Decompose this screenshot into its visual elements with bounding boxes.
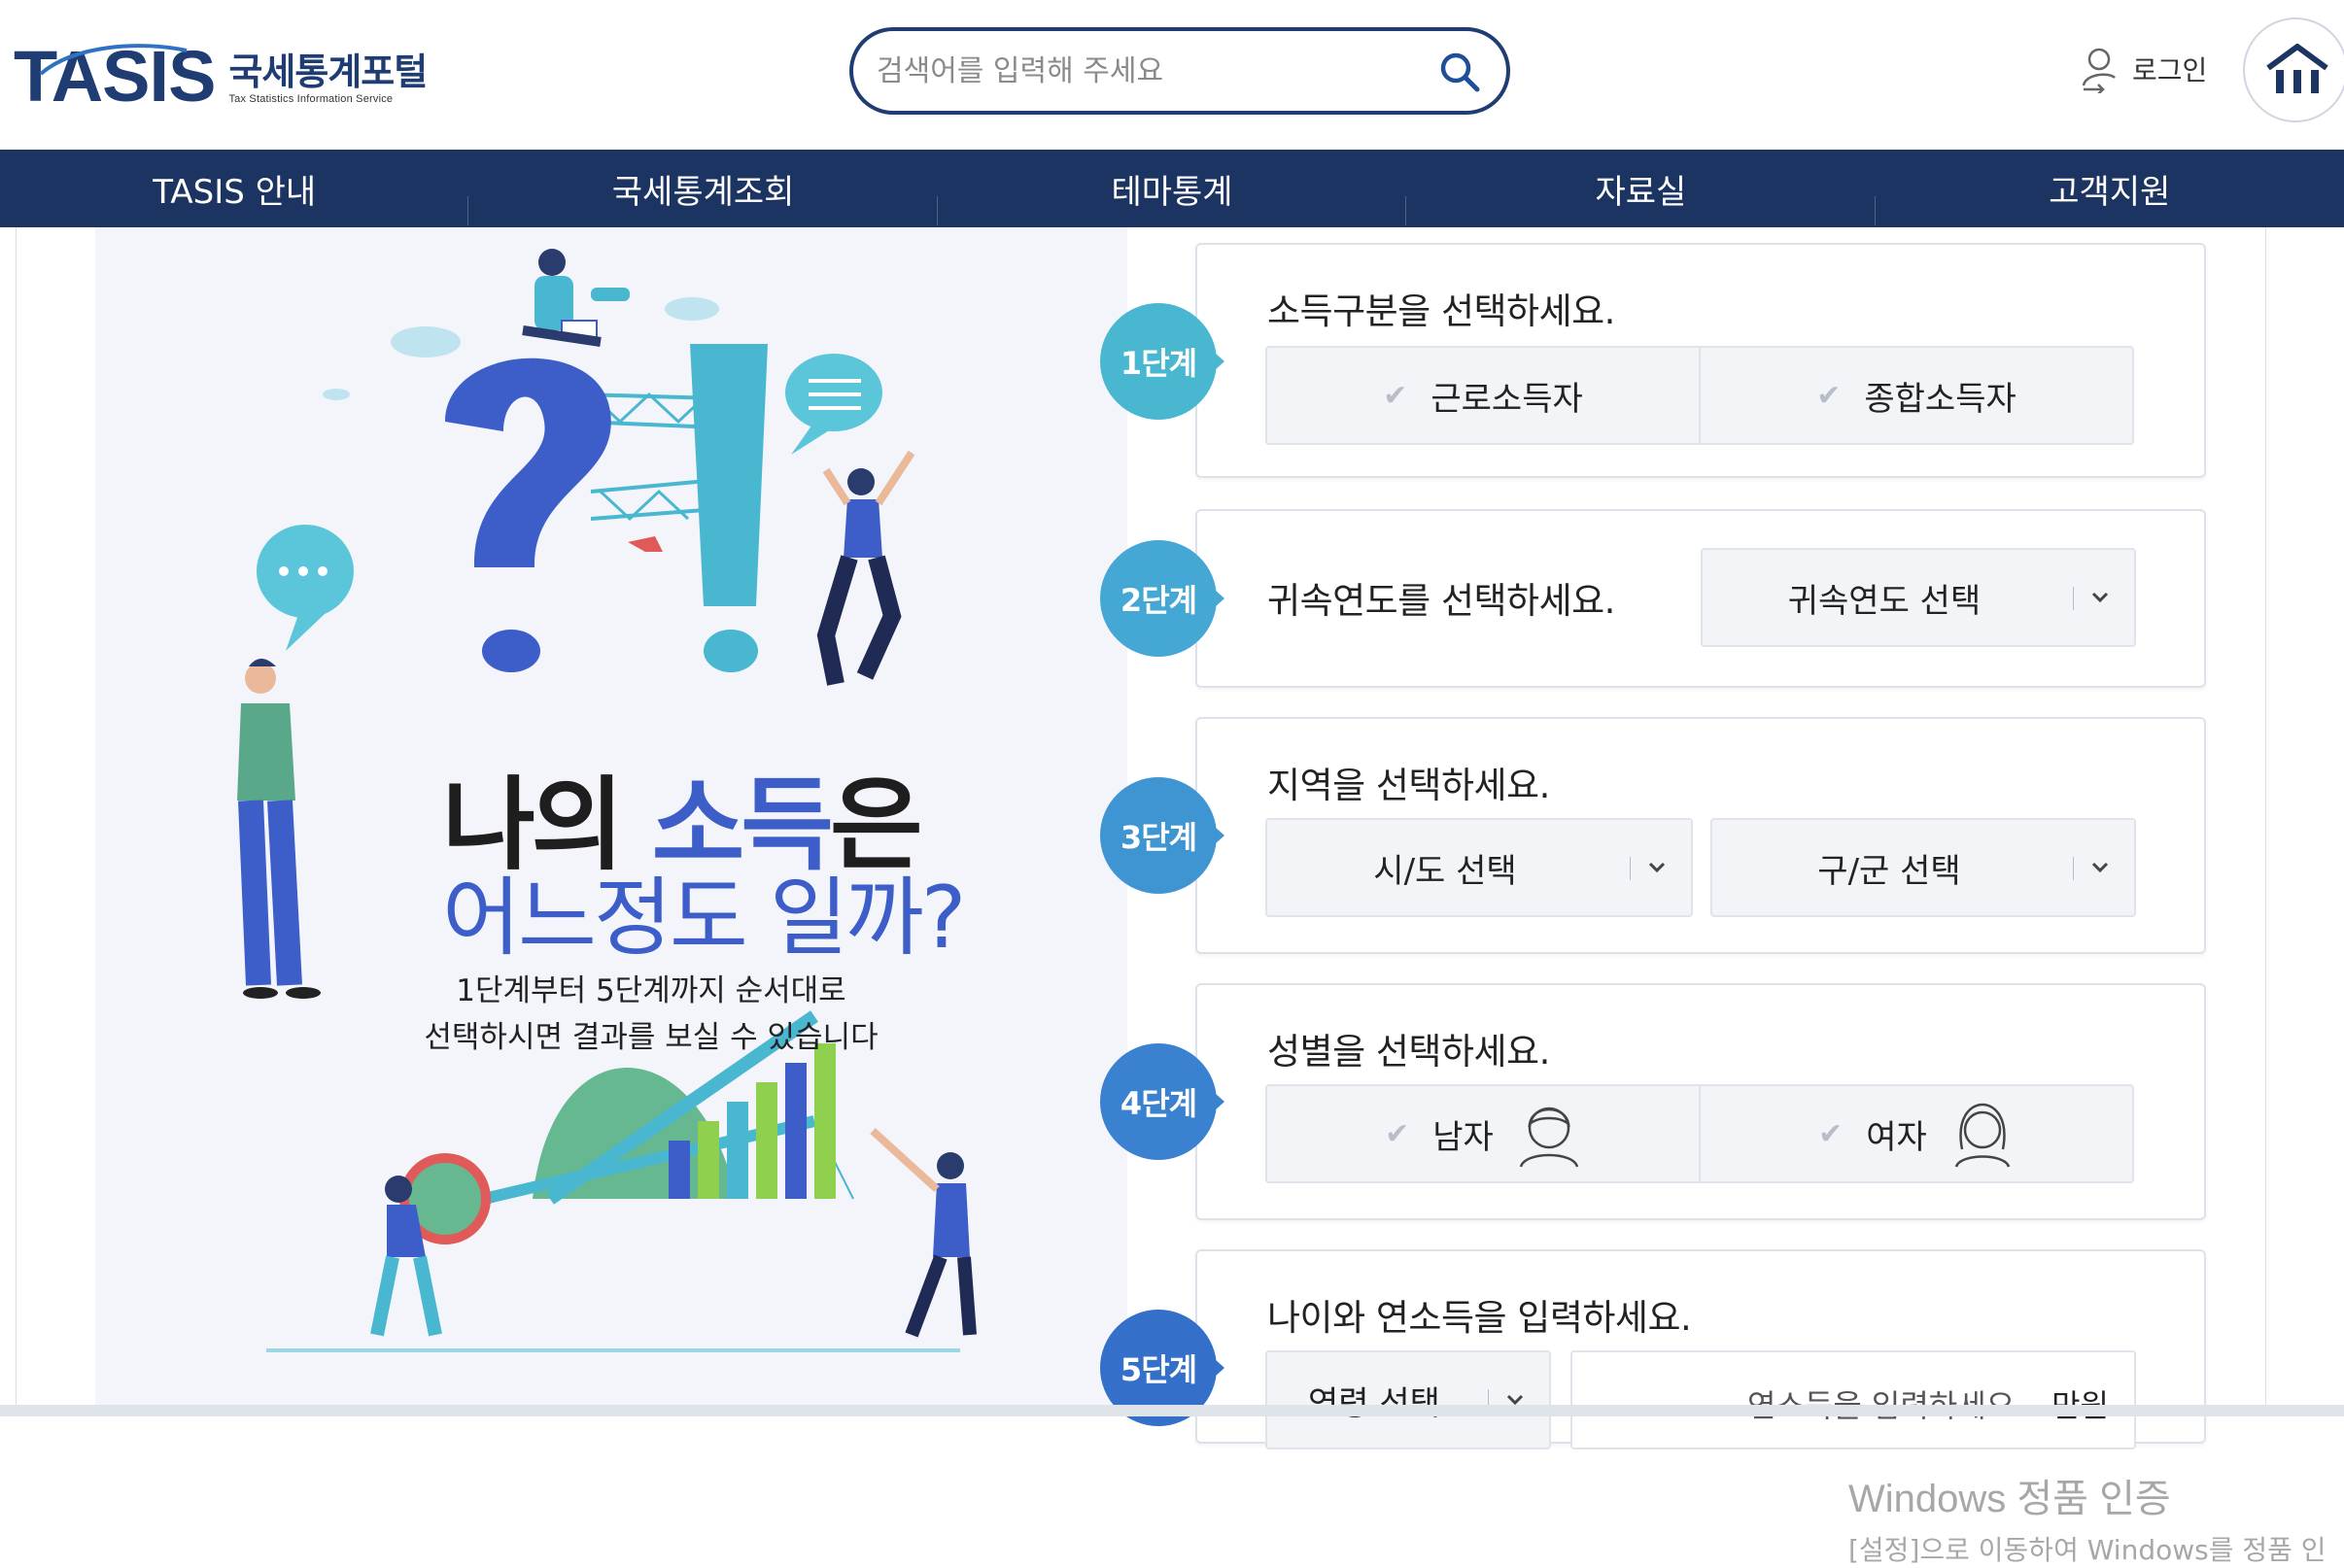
check-icon: ✔ <box>1818 1116 1844 1151</box>
chevron-down-icon <box>2091 862 2109 873</box>
nav-item-theme-statistics[interactable]: 테마통계 <box>938 150 1407 227</box>
hero-title-line2: 어느정도 일까? <box>442 868 966 968</box>
step-1-question: 소득구분을 선택하세요. <box>1267 290 1615 332</box>
home-button[interactable] <box>2243 17 2344 122</box>
window-bottom-edge <box>0 1405 2344 1416</box>
step-2-badge: 2단계 <box>1100 540 1224 657</box>
year-select[interactable]: 귀속연도 선택 <box>1701 548 2136 647</box>
chevron-down-icon <box>2091 592 2109 603</box>
option-female[interactable]: ✔ 여자 <box>1699 1086 2132 1181</box>
province-select[interactable]: 시/도 선택 <box>1265 818 1693 917</box>
step-3-question: 지역을 선택하세요. <box>1267 765 1550 806</box>
search-icon[interactable] <box>1438 51 1481 93</box>
female-icon <box>1954 1103 2011 1168</box>
logo-korean: 국세통계포털 <box>228 51 428 93</box>
step-1-badge: 1단계 <box>1100 303 1224 420</box>
chevron-down-icon <box>1648 862 1666 873</box>
logo-swoosh-icon <box>39 44 188 76</box>
age-select[interactable]: 연령 선택 <box>1265 1350 1551 1449</box>
content-area: 나의 소득은 어느정도 일까? 1단계부터 5단계까지 순서대로 선택하시면 결… <box>0 227 2344 1566</box>
nav-item-archive[interactable]: 자료실 <box>1406 150 1877 227</box>
search-input[interactable] <box>877 47 1421 95</box>
home-icon <box>2266 44 2328 93</box>
income-type-options: ✔ 근로소득자 ✔ 종합소득자 <box>1265 346 2134 445</box>
male-icon <box>1519 1107 1579 1168</box>
windows-activation-watermark: Windows 정품 인증 [설정]으로 이동하여 Windows를 정품 인 <box>1848 1478 2327 1566</box>
hero-subtitle: 1단계부터 5단계까지 순서대로 선택하시면 결과를 보실 수 있습니다 <box>424 973 879 1055</box>
check-icon: ✔ <box>1816 378 1842 413</box>
income-unit: 만원 <box>2051 1381 2109 1426</box>
option-comprehensive-earner[interactable]: ✔ 종합소득자 <box>1699 348 2132 443</box>
logo-brand: TASIS <box>14 36 216 117</box>
search-box <box>849 27 1510 115</box>
step-5-question: 나이와 연소득을 입력하세요. <box>1267 1297 1692 1339</box>
main-nav: TASIS 안내 국세통계조회 테마통계 자료실 고객지원 <box>0 150 2344 227</box>
tasis-logo[interactable]: TASIS 국세통계포털 Tax Statistics Information … <box>14 27 428 117</box>
nav-item-tasis-guide[interactable]: TASIS 안내 <box>0 150 469 227</box>
step-3-badge: 3단계 <box>1100 777 1224 894</box>
logo-english: Tax Statistics Information Service <box>228 93 394 105</box>
step-3-card: 3단계 지역을 선택하세요. 시/도 선택 구/군 선택 <box>1100 717 2206 954</box>
option-wage-earner[interactable]: ✔ 근로소득자 <box>1267 348 1699 443</box>
income-placeholder: 연소득을 입력하세요 <box>1747 1381 2015 1426</box>
login-button[interactable]: 로그인 <box>2080 45 2207 93</box>
step-4-badge: 4단계 <box>1100 1043 1224 1160</box>
check-icon: ✔ <box>1385 1116 1410 1151</box>
header: TASIS 국세통계포털 Tax Statistics Information … <box>0 0 2344 150</box>
nav-item-support[interactable]: 고객지원 <box>1876 150 2344 227</box>
login-label: 로그인 <box>2132 54 2208 86</box>
step-1-card: 1단계 소득구분을 선택하세요. ✔ 근로소득자 ✔ 종합소득자 <box>1100 243 2206 478</box>
option-male[interactable]: ✔ 남자 <box>1267 1086 1699 1181</box>
annual-income-input[interactable]: 연소득을 입력하세요 만원 <box>1570 1350 2136 1449</box>
step-4-card: 4단계 성별을 선택하세요. ✔ 남자 ✔ 여자 <box>1100 983 2206 1220</box>
check-icon: ✔ <box>1383 378 1408 413</box>
step-2-question: 귀속연도를 선택하세요. <box>1267 580 1615 622</box>
district-select[interactable]: 구/군 선택 <box>1710 818 2136 917</box>
nav-item-tax-statistics[interactable]: 국세통계조회 <box>468 150 939 227</box>
gender-options: ✔ 남자 ✔ 여자 <box>1265 1084 2134 1183</box>
user-login-icon <box>2082 48 2116 93</box>
step-2-card: 2단계 귀속연도를 선택하세요. 귀속연도 선택 <box>1100 509 2206 688</box>
step-4-question: 성별을 선택하세요. <box>1267 1031 1550 1073</box>
